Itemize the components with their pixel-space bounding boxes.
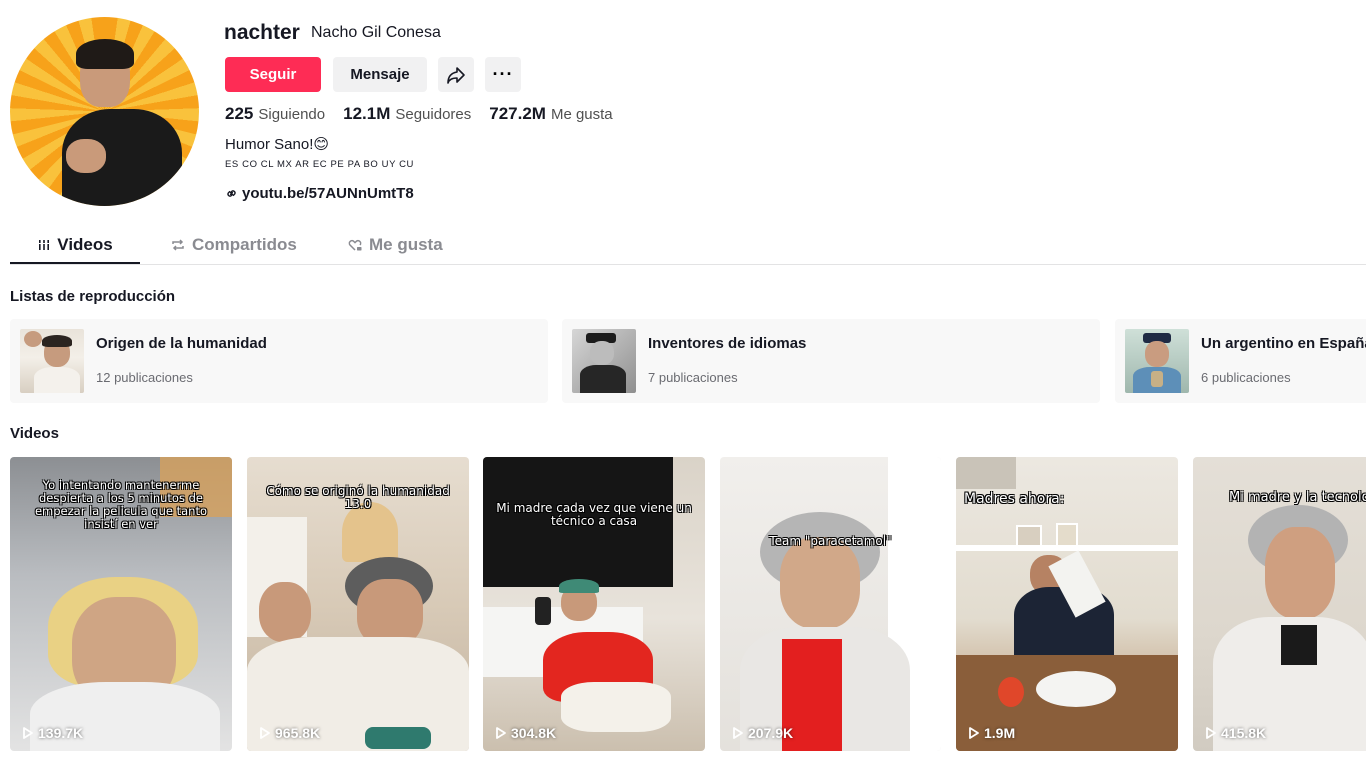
likes-count: 727.2M	[489, 104, 546, 123]
profile-nickname: Nacho Gil Conesa	[311, 24, 441, 41]
playlist-count: 12 publicaciones	[96, 370, 193, 385]
following-count: 225	[225, 104, 254, 123]
heart-lock-icon	[348, 239, 362, 251]
video-views: 415.8K	[1205, 725, 1266, 741]
more-options-button[interactable]: ···	[485, 57, 521, 92]
video-view-count: 139.7K	[38, 725, 84, 741]
grid-lines-icon	[38, 240, 51, 250]
video-caption: Mi madre y la tecnología	[1229, 490, 1366, 505]
tab-videos[interactable]: Videos	[10, 226, 140, 264]
playlist-thumbnail	[572, 329, 636, 393]
tab-videos-label: Videos	[57, 235, 113, 254]
video-card[interactable]: Yo intentando mantenerme despierta a los…	[10, 457, 232, 751]
share-button[interactable]	[438, 57, 474, 92]
repost-icon	[172, 239, 184, 251]
video-view-count: 1.9M	[984, 725, 1016, 741]
play-outline-icon	[496, 727, 506, 739]
share-arrow-icon	[447, 66, 465, 84]
playlists-heading: Listas de reproducción	[10, 288, 176, 305]
video-views: 304.8K	[495, 725, 556, 741]
video-views: 207.9K	[732, 725, 793, 741]
play-outline-icon	[1206, 727, 1216, 739]
play-outline-icon	[23, 727, 33, 739]
likes-label: Me gusta	[550, 106, 613, 123]
playlist-title: Inventores de idiomas	[648, 335, 807, 352]
followers-stat[interactable]: 12.1M Seguidores	[343, 104, 471, 124]
playlist-card[interactable]: Inventores de idiomas 7 publicaciones	[562, 319, 1100, 403]
avatar-figure-hair	[76, 39, 134, 69]
profile-link-text: youtu.be/57AUNnUmtT8	[242, 185, 414, 202]
message-button[interactable]: Mensaje	[333, 57, 427, 92]
playlist-count: 7 publicaciones	[648, 370, 738, 385]
video-card[interactable]: Cómo se originó la humanidad 13.0 965.8K	[247, 457, 469, 751]
video-views: 965.8K	[259, 725, 320, 741]
video-caption: Madres ahora:	[964, 491, 1065, 507]
playlist-thumbnail	[1125, 329, 1189, 393]
playlist-thumbnail	[20, 329, 84, 393]
following-label: Siguiendo	[258, 106, 326, 123]
video-caption: Team "paracetamol"	[769, 534, 892, 548]
profile-stats: 225 Siguiendo 12.1M Seguidores 727.2M Me…	[225, 104, 631, 124]
link-icon	[227, 190, 236, 197]
videos-heading: Videos	[10, 425, 59, 442]
avatar-figure-fist	[66, 139, 106, 173]
tab-shared-label: Compartidos	[192, 235, 297, 254]
video-views: 1.9M	[968, 725, 1015, 741]
video-caption: Cómo se originó la humanidad 13.0	[266, 484, 450, 511]
video-view-count: 965.8K	[275, 725, 321, 741]
tab-liked-label: Me gusta	[369, 235, 443, 254]
profile-bio-countries: ES CO CL MX AR EC PE PA BO UY CU	[225, 159, 415, 170]
active-tab-indicator	[10, 262, 140, 264]
follow-button[interactable]: Seguir	[225, 57, 321, 92]
tab-liked[interactable]: Me gusta	[347, 226, 443, 264]
playlist-card[interactable]: Origen de la humanidad 12 publicaciones	[10, 319, 548, 403]
playlist-card[interactable]: Un argentino en España 6 publicaciones	[1115, 319, 1366, 403]
play-outline-icon	[969, 727, 979, 739]
playlist-title: Origen de la humanidad	[96, 335, 267, 352]
video-card[interactable]: Mi madre y la tecnología 415.8K	[1193, 457, 1366, 751]
play-outline-icon	[260, 727, 270, 739]
profile-username: nachter	[224, 21, 300, 44]
play-outline-icon	[733, 727, 743, 739]
video-views: 139.7K	[22, 725, 83, 741]
video-view-count: 304.8K	[511, 725, 557, 741]
video-caption: Yo intentando mantenerme despierta a los…	[34, 478, 207, 531]
video-caption: Mi madre cada vez que viene un técnico a…	[496, 501, 692, 528]
tab-shared[interactable]: Compartidos	[170, 226, 297, 264]
playlist-count: 6 publicaciones	[1201, 370, 1291, 385]
followers-label: Seguidores	[395, 106, 472, 123]
likes-stat: 727.2M Me gusta	[489, 104, 612, 124]
following-stat[interactable]: 225 Siguiendo	[225, 104, 325, 124]
video-view-count: 415.8K	[1221, 725, 1267, 741]
profile-avatar[interactable]	[10, 17, 199, 206]
profile-link[interactable]: youtu.be/57AUNnUmtT8	[225, 185, 414, 202]
video-card[interactable]: Mi madre cada vez que viene un técnico a…	[483, 457, 705, 751]
video-view-count: 207.9K	[748, 725, 794, 741]
playlist-title: Un argentino en España	[1201, 335, 1366, 352]
profile-tabs: Videos Compartidos Me gusta	[10, 226, 1366, 265]
video-card[interactable]: Madres ahora: 1.9M	[956, 457, 1178, 751]
followers-count: 12.1M	[343, 104, 391, 123]
profile-bio: Humor Sano!😊	[225, 136, 330, 153]
video-card[interactable]: Team "paracetamol" 207.9K	[720, 457, 941, 751]
